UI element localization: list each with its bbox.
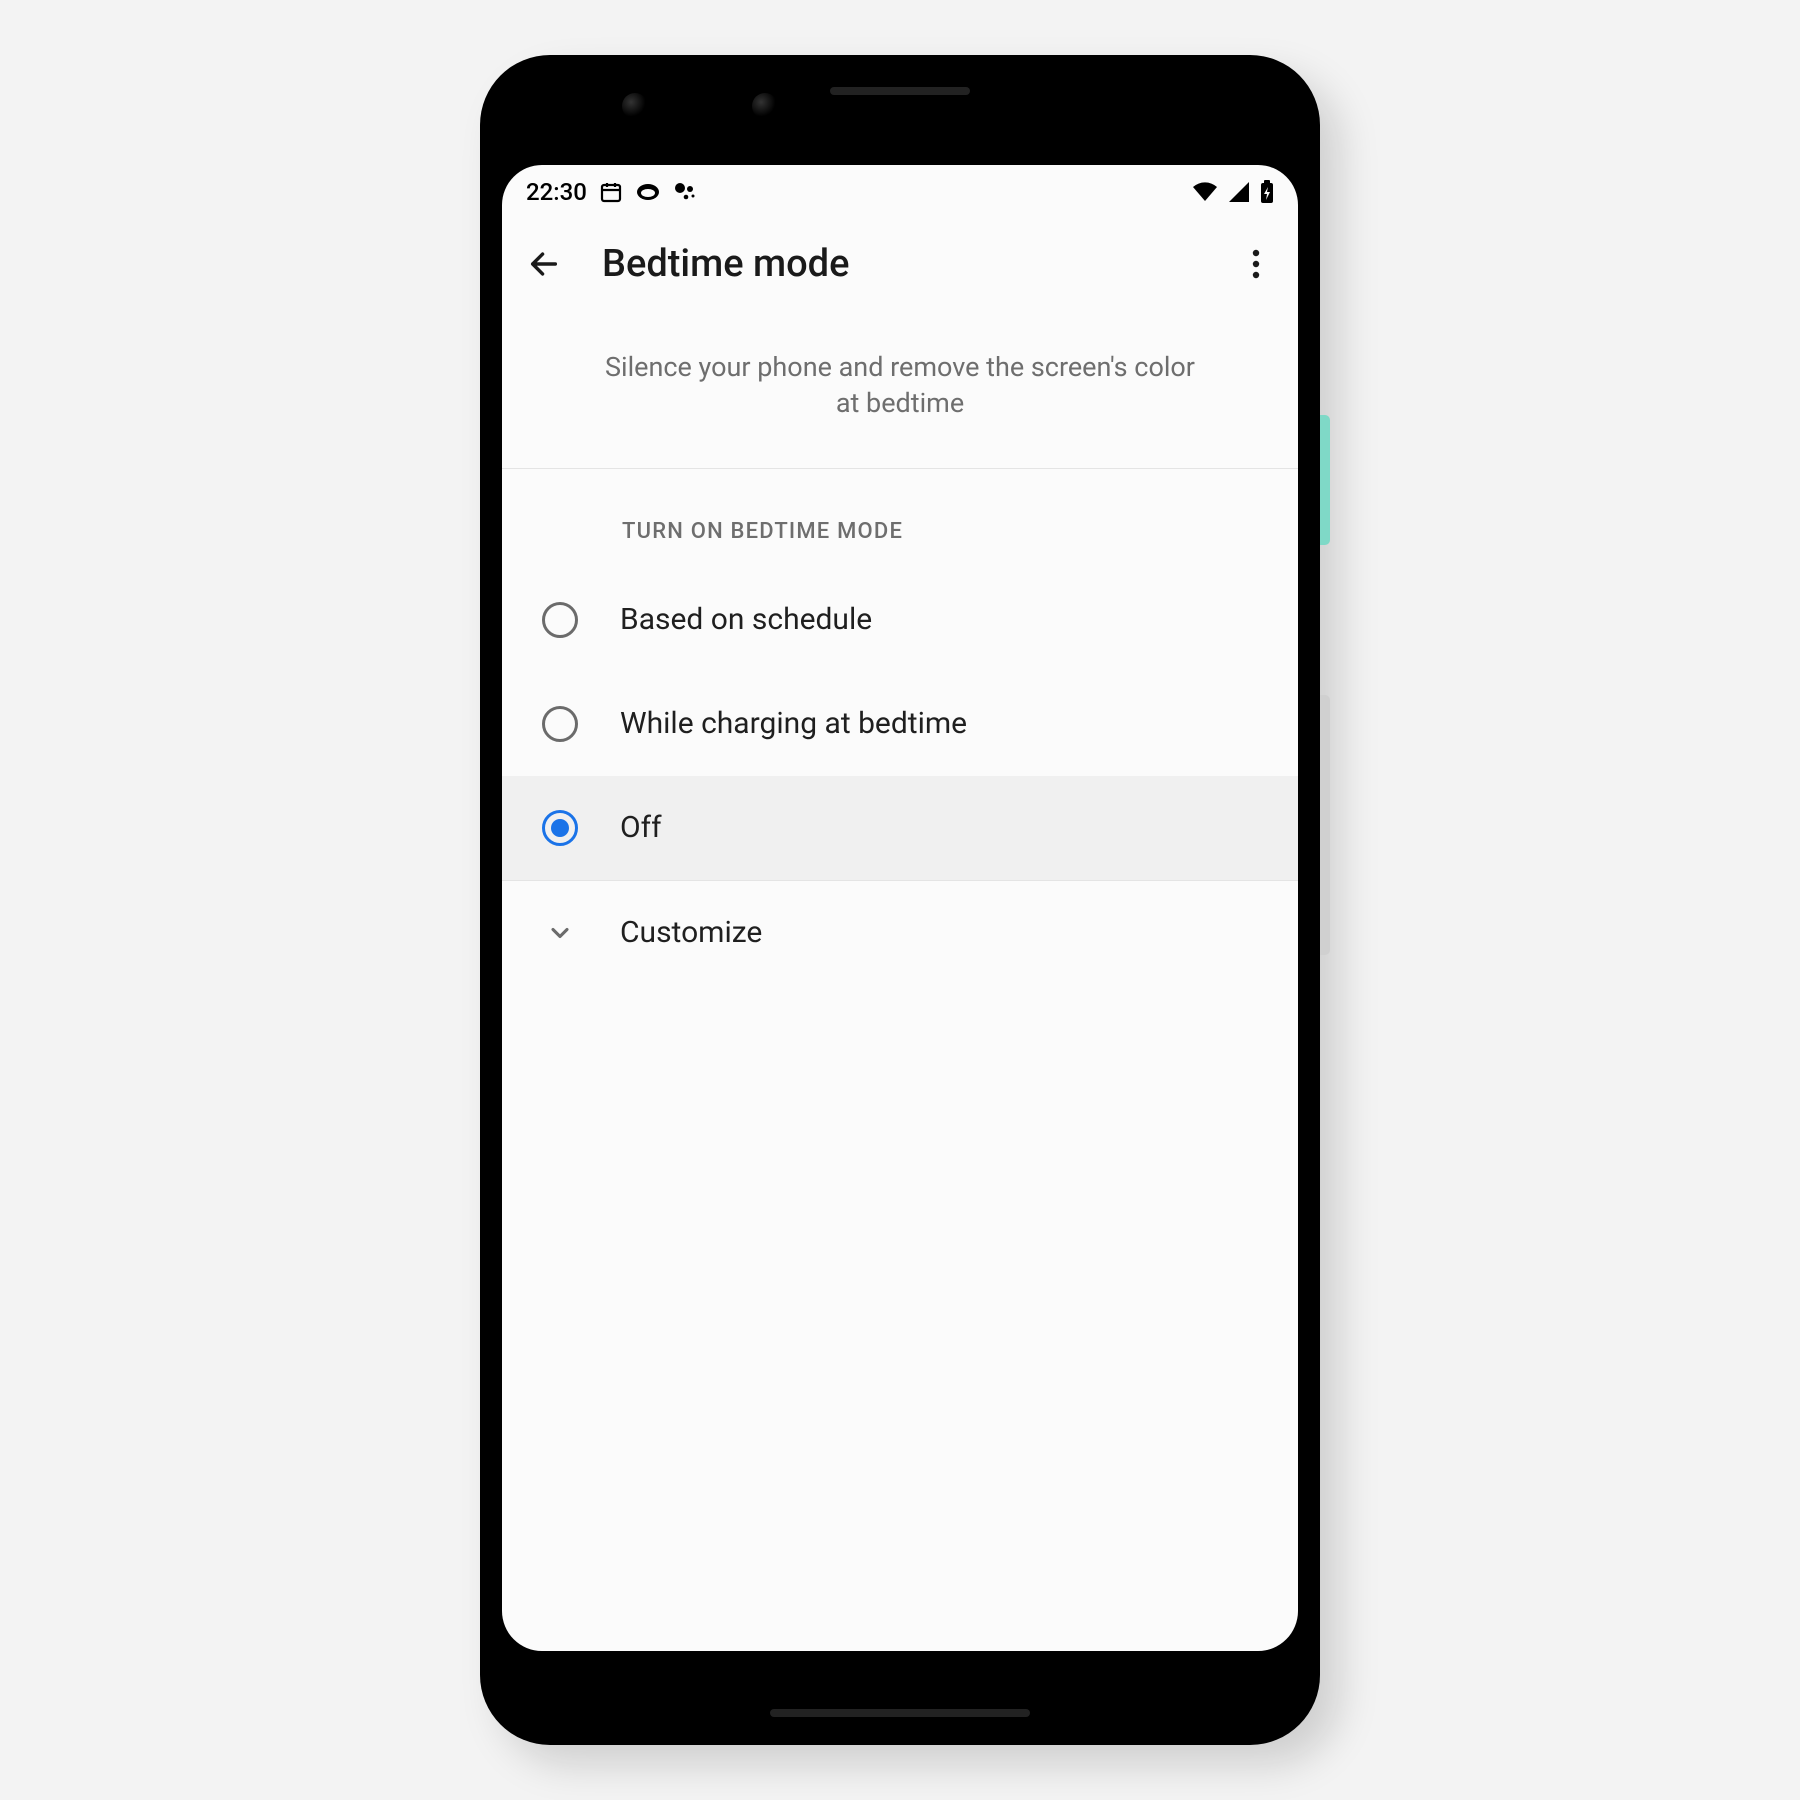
option-label: Off	[620, 810, 662, 845]
option-label: Based on schedule	[620, 602, 872, 637]
option-while-charging[interactable]: While charging at bedtime	[502, 672, 1298, 776]
page-title: Bedtime mode	[602, 242, 1198, 286]
battery-icon	[1260, 180, 1274, 204]
status-bar: 22:30	[502, 165, 1298, 219]
app-bar: Bedtime mode	[502, 219, 1298, 309]
phone-frame: 22:30	[480, 55, 1320, 1745]
more-vertical-icon	[1252, 249, 1260, 279]
customize-label: Customize	[620, 915, 762, 950]
more-options-button[interactable]	[1234, 242, 1278, 286]
wifi-icon	[1192, 181, 1218, 203]
section-header: TURN ON BEDTIME MODE	[502, 469, 1298, 568]
radio-unchecked-icon	[542, 602, 578, 638]
front-camera-icon	[622, 93, 648, 119]
option-off[interactable]: Off	[502, 776, 1298, 880]
volume-button	[1320, 695, 1330, 955]
arrow-left-icon	[527, 247, 561, 281]
description-text: Silence your phone and remove the screen…	[502, 309, 1298, 468]
earpiece	[830, 87, 970, 95]
front-camera-icon	[752, 93, 778, 119]
chevron-down-icon	[542, 915, 578, 951]
radio-checked-icon	[542, 810, 578, 846]
mask-icon	[635, 180, 661, 204]
calendar-icon	[599, 180, 623, 204]
assistant-icon	[673, 180, 697, 204]
customize-row[interactable]: Customize	[502, 881, 1298, 985]
speaker-icon	[770, 1709, 1030, 1717]
back-button[interactable]	[522, 242, 566, 286]
cellular-signal-icon	[1228, 181, 1250, 203]
power-button	[1320, 415, 1330, 545]
phone-bottom-bezel	[502, 1651, 1298, 1723]
clock-text: 22:30	[526, 178, 587, 206]
phone-top-bezel	[502, 77, 1298, 165]
option-based-on-schedule[interactable]: Based on schedule	[502, 568, 1298, 672]
radio-unchecked-icon	[542, 706, 578, 742]
screen: 22:30	[502, 165, 1298, 1651]
option-label: While charging at bedtime	[620, 706, 967, 741]
